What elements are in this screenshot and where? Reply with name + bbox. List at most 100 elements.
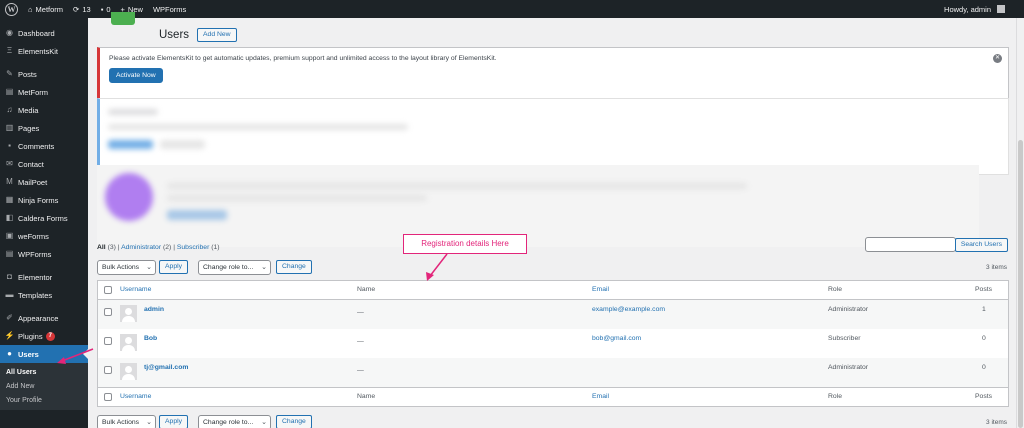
- filter-all[interactable]: All: [97, 244, 106, 251]
- table-footer-row: Username Name Email Role Posts: [98, 387, 1008, 406]
- role-filter-links: All (3) | Administrator (2) | Subscriber…: [97, 244, 220, 251]
- my-account-menu[interactable]: Howdy, admin: [939, 0, 1010, 18]
- sidebar-item-appearance[interactable]: ✐ Appearance: [0, 309, 88, 327]
- elementor-icon: ◘: [7, 272, 12, 281]
- user-avatar: [120, 363, 137, 380]
- brush-icon: ✐: [6, 313, 13, 322]
- submenu-add-new[interactable]: Add New: [0, 380, 88, 394]
- page-scrollbar-thumb[interactable]: [1018, 140, 1023, 428]
- add-new-user-button[interactable]: Add New: [197, 28, 237, 42]
- sidebar-item-plugins[interactable]: ⚡ Plugins 7: [0, 327, 88, 345]
- users-table: Username Name Email Role Posts admin — e…: [97, 280, 1009, 407]
- dashboard-icon: ◉: [6, 28, 13, 37]
- wpforms-menu[interactable]: WPForms: [148, 0, 191, 18]
- sidebar-item-label: Users: [18, 349, 39, 359]
- username-link[interactable]: admin: [144, 306, 164, 313]
- bulk-actions-select[interactable]: Bulk Actions ⌄: [97, 260, 156, 275]
- user-avatar: [120, 334, 137, 351]
- admin-sidebar: ◉ Dashboard Ξ ElementsKit ✎ Posts ▤ MetForm …: [0, 18, 88, 428]
- bulk-actions-value: Bulk Actions: [102, 264, 140, 271]
- row-checkbox[interactable]: [104, 308, 112, 316]
- username-link[interactable]: Bob: [144, 335, 157, 342]
- sidebar-item-weforms[interactable]: ▣ weForms: [0, 227, 88, 245]
- notice-text: Please activate ElementsKit to get autom…: [109, 55, 497, 62]
- email-link[interactable]: example@example.com: [592, 306, 665, 313]
- sidebar-item-ninja-forms[interactable]: ▦ Ninja Forms: [0, 191, 88, 209]
- sidebar-item-label: Templates: [18, 290, 53, 300]
- email-link[interactable]: bob@gmail.com: [592, 335, 641, 342]
- account-avatar: [997, 5, 1005, 13]
- updates-menu[interactable]: ⟳ 13: [68, 0, 96, 18]
- column-username[interactable]: Username: [120, 286, 151, 293]
- apply-bulk-button-bottom[interactable]: Apply: [159, 415, 189, 428]
- sidebar-item-pages[interactable]: ▥ Pages: [0, 119, 88, 137]
- row-checkbox[interactable]: [104, 337, 112, 345]
- submenu-all-users[interactable]: All Users: [0, 366, 88, 380]
- select-all-checkbox[interactable]: [104, 286, 112, 294]
- change-role-select[interactable]: Change role to... ⌄: [198, 260, 271, 275]
- updates-icon: ⟳: [73, 4, 80, 14]
- sidebar-item-label: Elementor: [18, 272, 53, 282]
- column-email[interactable]: Email: [592, 393, 609, 400]
- sidebar-item-posts[interactable]: ✎ Posts: [0, 65, 88, 83]
- site-name-menu[interactable]: ⌂ Metform: [23, 0, 68, 18]
- sidebar-item-templates[interactable]: ▬ Templates: [0, 286, 88, 304]
- change-role-button[interactable]: Change: [276, 260, 312, 274]
- sidebar-item-label: Caldera Forms: [18, 213, 68, 223]
- column-name: Name: [357, 393, 376, 400]
- search-users-button[interactable]: Search Users: [954, 238, 1008, 252]
- page-title: Users: [159, 29, 190, 41]
- row-checkbox[interactable]: [104, 366, 112, 374]
- search-users-input[interactable]: [865, 237, 956, 252]
- sidebar-item-mailpoet[interactable]: M MailPoet: [0, 173, 88, 191]
- apply-bulk-button[interactable]: Apply: [159, 260, 189, 274]
- sidebar-item-users[interactable]: ● Users: [0, 345, 88, 363]
- bulk-actions-select-bottom[interactable]: Bulk Actions ⌄: [97, 415, 156, 428]
- plugins-update-badge: 7: [45, 331, 55, 341]
- activate-now-button[interactable]: Activate Now: [109, 68, 163, 83]
- column-name: Name: [357, 286, 376, 293]
- wpforms-adminbar-label: WPForms: [152, 4, 187, 14]
- sidebar-item-elementskit[interactable]: Ξ ElementsKit: [0, 42, 88, 60]
- templates-icon: ▬: [5, 290, 14, 299]
- posts-count: 0: [982, 364, 986, 371]
- mail-icon: ✉: [6, 159, 13, 168]
- change-role-button-bottom[interactable]: Change: [276, 415, 312, 428]
- chevron-down-icon: ⌄: [146, 419, 152, 426]
- items-count-bottom: 3 items: [986, 419, 1007, 426]
- select-all-checkbox-footer[interactable]: [104, 393, 112, 401]
- sidebar-item-label: Dashboard: [18, 28, 55, 38]
- filter-subscriber-count: (1): [211, 244, 220, 251]
- filter-administrator[interactable]: Administrator: [121, 244, 161, 251]
- howdy-label: Howdy, admin: [944, 4, 991, 14]
- sidebar-item-contact[interactable]: ✉ Contact: [0, 155, 88, 173]
- dismiss-notice-icon[interactable]: ✕: [993, 54, 1002, 63]
- sidebar-item-comments[interactable]: ▪ Comments: [0, 137, 88, 155]
- plugin-icon: ⚡: [4, 331, 15, 340]
- wp-logo-menu[interactable]: W: [0, 0, 23, 18]
- filter-administrator-count: (2): [163, 244, 172, 251]
- sidebar-item-caldera-forms[interactable]: ◧ Caldera Forms: [0, 209, 88, 227]
- name-cell: —: [357, 367, 364, 374]
- chevron-down-icon: ⌄: [146, 264, 152, 271]
- username-link[interactable]: tj@gmail.com: [144, 364, 188, 371]
- sidebar-item-label: Comments: [18, 141, 55, 151]
- sidebar-item-elementor[interactable]: ◘ Elementor: [0, 268, 88, 286]
- posts-count: 0: [982, 335, 986, 342]
- sidebar-item-wpforms[interactable]: ▤ WPForms: [0, 245, 88, 263]
- sidebar-item-metform[interactable]: ▤ MetForm: [0, 83, 88, 101]
- sidebar-item-label: Appearance: [18, 313, 59, 323]
- filter-subscriber[interactable]: Subscriber: [177, 244, 210, 251]
- column-username[interactable]: Username: [120, 393, 151, 400]
- column-email[interactable]: Email: [592, 286, 609, 293]
- sidebar-item-label: MetForm: [18, 87, 48, 97]
- sidebar-item-label: Pages: [18, 123, 40, 133]
- comment-bubble-icon: ▪: [100, 4, 104, 14]
- sidebar-item-media[interactable]: ♫ Media: [0, 101, 88, 119]
- column-posts: Posts: [975, 286, 992, 293]
- submenu-your-profile[interactable]: Your Profile: [0, 394, 88, 408]
- posts-count[interactable]: 1: [982, 306, 986, 313]
- ninja-forms-icon: ▦: [5, 195, 14, 204]
- change-role-select-bottom[interactable]: Change role to... ⌄: [198, 415, 271, 428]
- sidebar-item-dashboard[interactable]: ◉ Dashboard: [0, 24, 88, 42]
